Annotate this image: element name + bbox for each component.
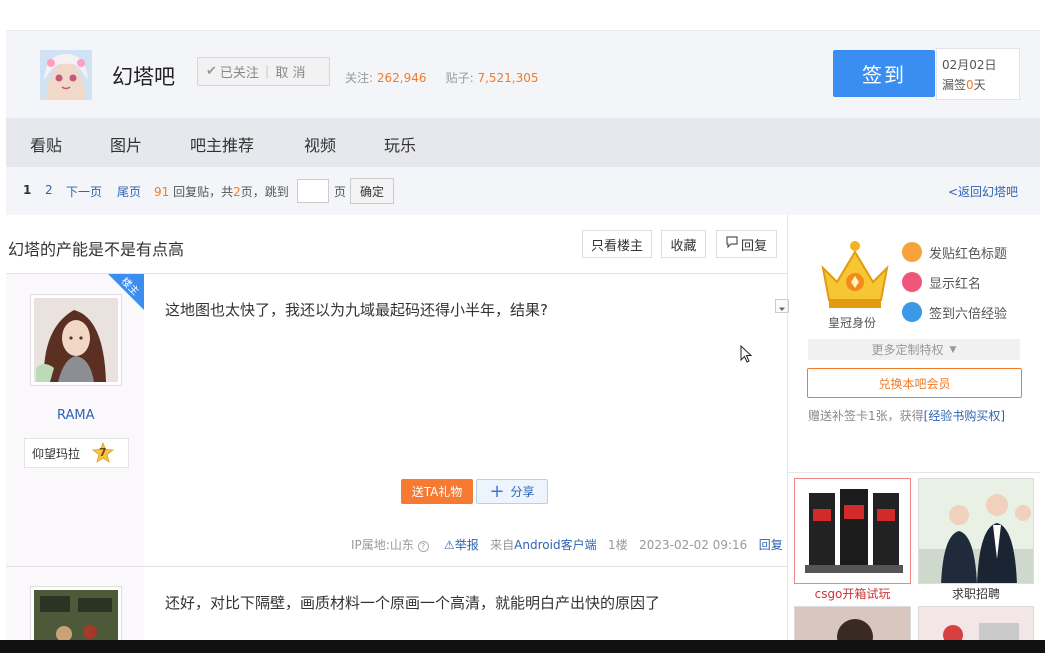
streak-suffix: 天 xyxy=(973,78,986,92)
perk-label: 显示红名 xyxy=(929,276,982,292)
post-content: 还好，对比下隔壁，画质材料一个原画一个高清，就能明白产出快的原因了 xyxy=(165,594,661,612)
ip-location: IP属地:山东 xyxy=(351,538,414,552)
jump-confirm-button[interactable]: 确定 xyxy=(350,178,394,204)
pages-label: 页，跳到 xyxy=(240,185,289,199)
video-letterbox-bar xyxy=(0,640,1045,653)
divider xyxy=(787,215,788,653)
last-page-link[interactable]: 尾页 xyxy=(117,183,141,200)
post-content: 这地图也太快了，我还以为九域最起码还得小半年，结果? xyxy=(165,301,548,319)
posts-count: 7,521,305 xyxy=(477,71,539,85)
page: 幻塔吧 ✔ 已关注 | 取 消 关注: 262,946 贴子: 7,521,30… xyxy=(0,0,1045,653)
next-page-link[interactable]: 下一页 xyxy=(66,183,102,200)
perk-red-name: 显示红名 xyxy=(902,272,981,292)
perk-exp: 签到六倍经验 xyxy=(902,302,1007,322)
forum-nav xyxy=(6,118,1040,167)
level-number: 7 xyxy=(99,446,107,459)
share-label: 分享 xyxy=(510,485,535,499)
reply-count: 91 xyxy=(154,185,170,199)
report-link[interactable]: ⚠举报 xyxy=(444,538,479,552)
send-gift-button[interactable]: 送TA礼物 xyxy=(401,479,473,504)
client-link[interactable]: Android客户端 xyxy=(514,538,596,552)
favorite-button[interactable]: 收藏 xyxy=(661,230,706,258)
post-time: 2023-02-02 09:16 xyxy=(639,538,748,552)
share-button[interactable]: + 分享 xyxy=(476,479,548,504)
nav-tab-video[interactable]: 视频 xyxy=(304,132,336,156)
checkin-streak: 漏签0天 xyxy=(942,75,1019,95)
checkin-date: 02月02日 xyxy=(942,58,997,72)
redeem-membership-button[interactable]: 兑换本吧会员 xyxy=(807,368,1022,398)
reply-button-label: 回复 xyxy=(740,238,767,254)
comment-icon xyxy=(726,236,738,252)
username[interactable]: RAMA xyxy=(57,408,95,423)
post-meta: IP属地:山东 ? ⚠举报 来自Android客户端 1楼 2023-02-02… xyxy=(351,536,783,553)
exp-book-link[interactable]: [经验书购买权] xyxy=(924,409,1005,423)
page-current: 1 xyxy=(23,183,32,197)
total-pages: 2 xyxy=(233,185,241,199)
posts-label: 贴子: xyxy=(445,71,474,85)
streak-prefix: 漏签 xyxy=(942,78,967,92)
exp-icon xyxy=(902,302,922,322)
member-badge[interactable]: 仰望玛拉 7 xyxy=(24,438,129,468)
followers-count: 262,946 xyxy=(376,71,427,85)
gift-note-text: 赠送补签卡1张，获得 xyxy=(808,409,924,423)
report-label: 举报 xyxy=(454,538,479,552)
ad-caption[interactable]: csgo开箱试玩 xyxy=(794,585,911,602)
perk-label: 发贴红色标题 xyxy=(929,246,1008,262)
reply-button[interactable]: 回复 xyxy=(716,230,777,258)
nav-tab-images[interactable]: 图片 xyxy=(110,132,142,156)
jump-page-input[interactable] xyxy=(297,179,329,203)
red-title-icon xyxy=(902,242,922,262)
more-privileges-dropdown[interactable]: 更多定制特权 ▼ xyxy=(808,339,1020,360)
op-tag: 楼主 xyxy=(108,274,144,310)
checkin-button[interactable]: 签到 xyxy=(833,50,935,97)
help-icon[interactable]: ? xyxy=(417,541,429,552)
cursor-icon xyxy=(740,344,754,369)
ad-jobs-image[interactable] xyxy=(918,478,1034,584)
back-to-forum-link[interactable]: <返回幻塔吧 xyxy=(948,183,1018,200)
ad-csgo-image[interactable] xyxy=(794,478,911,584)
reply-label: 回复贴，共 xyxy=(173,185,234,199)
membership-gift-note: 赠送补签卡1张，获得[经验书购买权] xyxy=(808,407,1005,424)
checkin-info: 02月02日 漏签0天 xyxy=(936,48,1020,100)
divider: | xyxy=(264,64,270,79)
source-label: 来自Android客户端 xyxy=(490,538,597,552)
nav-tab-fun[interactable]: 玩乐 xyxy=(384,132,416,156)
plus-icon: + xyxy=(489,480,505,502)
perk-red-title: 发贴红色标题 xyxy=(902,242,1007,262)
perk-label: 签到六倍经验 xyxy=(929,306,1008,322)
post-reply-link[interactable]: 回复 xyxy=(759,538,783,552)
followers-label: 关注: xyxy=(345,71,374,85)
only-op-button[interactable]: 只看楼主 xyxy=(582,230,652,258)
forum-avatar[interactable] xyxy=(40,50,92,100)
unfollow-button[interactable]: 取 消 xyxy=(275,62,305,81)
floor-number: 1楼 xyxy=(608,538,628,552)
more-privileges-label: 更多定制特权 xyxy=(871,343,944,357)
divider xyxy=(788,472,1040,473)
checkmark-icon: ✔ xyxy=(206,64,217,79)
thread-title: 幻塔的产能是不是有点高 xyxy=(8,240,185,259)
streak-value: 0 xyxy=(966,78,974,92)
page-unit-label: 页 xyxy=(334,185,347,199)
badge-title: 仰望玛拉 xyxy=(32,446,81,461)
nav-tab-posts[interactable]: 看贴 xyxy=(30,132,62,156)
page-2-link[interactable]: 2 xyxy=(45,183,53,197)
reply-summary: 91 回复贴，共2页，跳到 xyxy=(154,183,289,200)
chevron-down-icon: ▼ xyxy=(949,344,957,355)
level-star-icon: 7 xyxy=(91,441,115,464)
nav-tab-recommended[interactable]: 吧主推荐 xyxy=(190,132,254,156)
ad-caption[interactable]: 求职招聘 xyxy=(918,585,1034,602)
warning-icon: ⚠ xyxy=(443,538,455,552)
red-name-icon xyxy=(902,272,922,292)
forum-name[interactable]: 幻塔吧 xyxy=(112,61,175,91)
follow-state-label: 已关注 xyxy=(219,66,259,81)
crown-label: 皇冠身份 xyxy=(828,316,877,330)
follow-button[interactable]: ✔ 已关注 | 取 消 xyxy=(197,57,330,86)
forum-stats: 关注: 262,946 贴子: 7,521,305 xyxy=(345,69,539,86)
